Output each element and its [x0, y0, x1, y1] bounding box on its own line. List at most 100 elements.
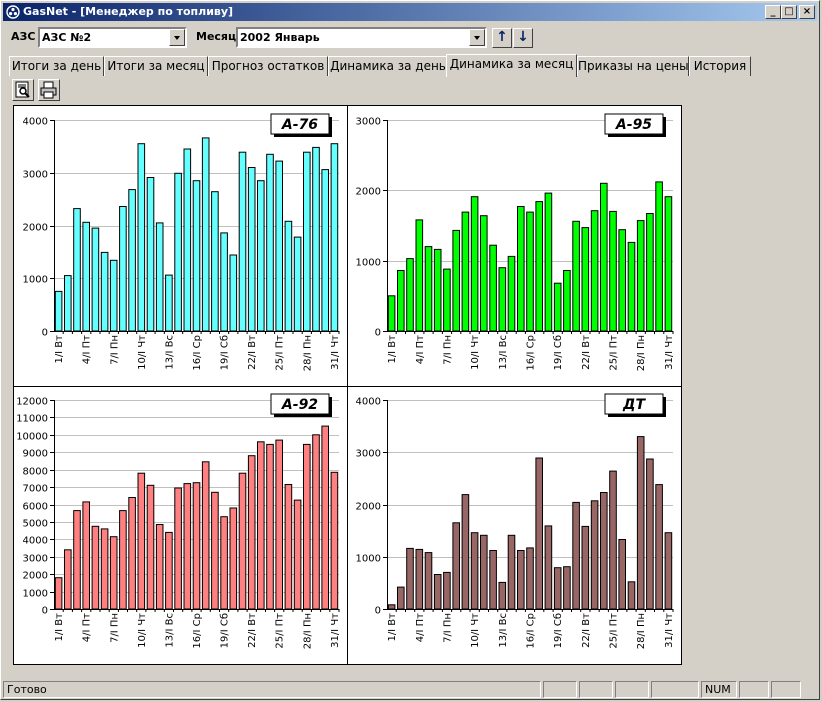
x-tick-label: 13/I Вс	[164, 613, 175, 648]
bar	[397, 270, 405, 332]
y-tick-label: 6000	[23, 502, 48, 513]
bar	[330, 471, 339, 610]
bar	[155, 524, 164, 610]
x-tick-label: 13/I Вс	[164, 335, 175, 370]
bar	[73, 510, 81, 610]
bar-chart: 0 1000 2000 3000 1/I Вт 4/I Пт 7/I Пн 10/I Чт 13…	[347, 106, 675, 386]
bar	[627, 241, 636, 332]
print-button[interactable]	[38, 79, 60, 101]
chevron-down-icon[interactable]	[469, 29, 485, 46]
bar	[155, 222, 164, 332]
y-tick-label: 3000	[23, 170, 48, 181]
bar	[636, 220, 645, 332]
y-tick-label: 0	[375, 328, 381, 339]
x-tick-label: 16/I Ср	[526, 335, 537, 371]
x-tick-label: 7/I Пн	[109, 335, 120, 365]
tab-price-orders[interactable]: Приказы на цены	[577, 56, 689, 76]
bar	[498, 267, 507, 332]
bar	[82, 501, 91, 610]
status-text: Готово	[3, 681, 541, 698]
next-month-up-button[interactable]: ↑	[492, 28, 512, 48]
status-pane	[615, 681, 649, 698]
x-tick-label: 4/I Пт	[415, 613, 426, 642]
bar	[526, 547, 534, 610]
status-pane	[651, 681, 699, 698]
bar	[415, 548, 424, 610]
bar	[146, 484, 155, 610]
selector-toolbar: АЗС АЗС №2 Месяц 2002 Январь ↑ ↓	[3, 25, 817, 51]
chart-title: А-92	[281, 397, 318, 413]
chevron-down-icon[interactable]	[169, 29, 185, 46]
station-select[interactable]: АЗС №2	[38, 27, 187, 48]
close-button[interactable]: ×	[799, 5, 815, 19]
bar	[489, 244, 497, 332]
x-tick-label: 4/I Пт	[82, 613, 93, 642]
bar	[119, 510, 127, 610]
tab-monthly-dynamics[interactable]: Динамика за месяц	[446, 54, 577, 77]
tab-daily-dynamics[interactable]: Динамика за день	[328, 56, 448, 76]
tab-history[interactable]: История	[689, 56, 751, 76]
bar	[526, 211, 534, 332]
y-tick-label: 11000	[16, 414, 48, 425]
prev-month-down-button[interactable]: ↓	[513, 28, 533, 48]
month-select[interactable]: 2002 Январь	[236, 27, 487, 48]
bar	[238, 151, 247, 332]
bar	[183, 483, 192, 610]
x-tick-label: 19/I Сб	[220, 335, 231, 370]
bar	[452, 522, 461, 610]
bar	[406, 258, 414, 332]
bar	[275, 160, 283, 332]
x-tick-label: 28/I Пн	[636, 335, 647, 371]
charts-panel: 0 1000 2000 3000 4000 1/I Вт 4/I Пт 7/I Пн 10/I …	[13, 105, 682, 665]
bar	[572, 220, 580, 332]
bar	[284, 484, 293, 610]
maximize-button[interactable]: □	[781, 5, 797, 19]
bar	[266, 443, 274, 610]
bar	[590, 500, 599, 610]
status-pane	[771, 681, 801, 698]
num-lock-indicator: NUM	[701, 681, 737, 698]
bar	[321, 169, 329, 332]
x-tick-label: 31/I Чт	[330, 335, 341, 370]
bar	[137, 472, 146, 610]
x-tick-label: 28/I Пн	[302, 335, 313, 371]
bar	[433, 574, 442, 610]
x-tick-label: 19/I Сб	[220, 613, 231, 648]
bar	[544, 525, 553, 610]
tab-month-totals[interactable]: Итоги за месяц	[104, 56, 208, 76]
tab-day-totals[interactable]: Итоги за день	[9, 56, 104, 76]
preview-button[interactable]	[12, 79, 34, 101]
main-window: GasNet - [Менеджер по топливу] _ □ × АЗС А…	[0, 0, 820, 700]
y-tick-label: 1000	[23, 275, 48, 286]
bar	[424, 246, 433, 332]
x-tick-label: 10/I Чт	[137, 613, 148, 648]
x-tick-label: 10/I Чт	[137, 335, 148, 370]
bar	[64, 549, 72, 610]
bar	[553, 567, 562, 610]
bar	[600, 492, 608, 610]
bar	[590, 210, 599, 332]
bar	[498, 581, 507, 610]
y-tick-label: 1000	[356, 258, 381, 269]
print-preview-icon	[15, 81, 30, 98]
bar	[387, 295, 396, 332]
chart-title: А-95	[615, 117, 652, 133]
bar	[581, 525, 590, 610]
bar	[275, 439, 283, 610]
bar	[397, 586, 405, 610]
bar	[553, 282, 562, 332]
bar-chart: 0 1000 2000 3000 4000 5000 6000 7000 8000 9000 100…	[14, 386, 347, 649]
bar	[91, 227, 100, 332]
y-tick-label: 5000	[23, 519, 48, 530]
tab-stock-forecast[interactable]: Прогноз остатков	[208, 56, 328, 76]
bar	[387, 604, 396, 610]
x-tick-label: 25/I Пт	[275, 335, 286, 371]
x-tick-label: 7/I Пн	[109, 613, 120, 643]
bar	[664, 196, 673, 332]
minimize-button[interactable]: _	[765, 5, 781, 19]
title-bar[interactable]: GasNet - [Менеджер по топливу] _ □ ×	[3, 3, 817, 21]
bar	[535, 201, 543, 332]
x-tick-label: 4/I Пт	[415, 335, 426, 364]
x-tick-label: 13/I Вс	[498, 613, 509, 648]
tab-strip: Итоги за день Итоги за месяц Прогноз ост…	[9, 54, 817, 77]
